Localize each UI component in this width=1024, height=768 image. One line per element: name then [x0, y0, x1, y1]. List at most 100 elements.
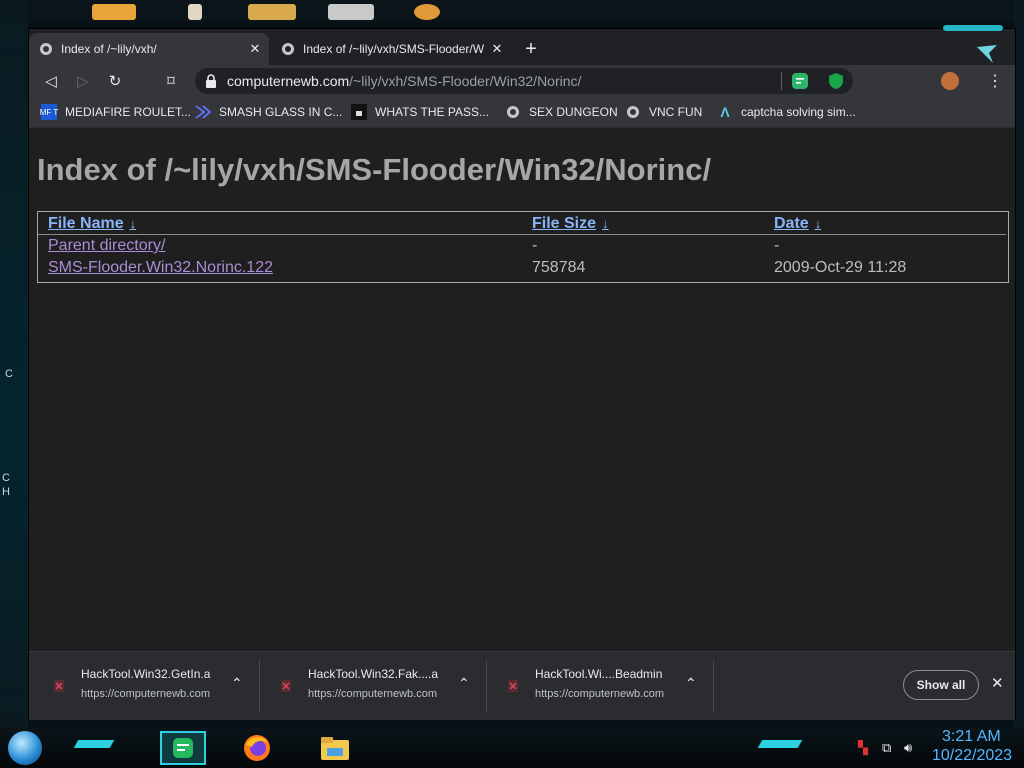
chevron-up-icon[interactable]: ⌃	[231, 675, 243, 692]
file-date-cell: -	[774, 237, 780, 254]
chevron-up-icon[interactable]: ⌃	[458, 675, 470, 692]
new-tab-button[interactable]: +	[519, 37, 543, 61]
sort-arrow-icon[interactable]: ↓	[815, 216, 822, 231]
tab-strip: Index of /~lily/vxh/ ✕ Index of /~lily/v…	[29, 25, 1015, 65]
shield-extension-icon[interactable]	[827, 72, 845, 90]
download-item[interactable]: HackTool.Win32.GetIn.a https://computern…	[33, 660, 260, 712]
download-filename: HackTool.Win32.GetIn.a	[81, 667, 211, 681]
tab-title: Index of /~lily/vxh/SMS-Flooder/W	[303, 42, 485, 56]
show-all-downloads-button[interactable]: Show all	[903, 670, 979, 700]
file-type-icon	[508, 680, 518, 692]
sort-file-size-link[interactable]: File Size	[532, 215, 596, 232]
browser-menu-icon[interactable]: ⋮	[987, 71, 1003, 91]
file-link-sms-flooder[interactable]: SMS-Flooder.Win32.Norinc.122	[48, 259, 273, 277]
sort-arrow-icon[interactable]: ↓	[602, 216, 609, 231]
bookmark-button[interactable]: ⌑	[161, 71, 181, 91]
file-date-cell: 2009-Oct-29 11:28	[774, 259, 907, 276]
chevron-up-icon[interactable]: ⌃	[685, 675, 697, 692]
close-downloads-icon[interactable]: ✕	[991, 674, 1004, 692]
file-link-parent-directory[interactable]: Parent directory/	[48, 237, 165, 255]
header-date[interactable]: Date ↓	[774, 215, 821, 233]
sort-date-link[interactable]: Date	[774, 215, 809, 232]
desktop-icon-4[interactable]	[328, 4, 374, 20]
desktop-side-letter: C	[2, 472, 10, 484]
desktop-icon-5[interactable]	[414, 4, 440, 20]
desktop-icon-2[interactable]	[188, 4, 202, 20]
dungeon-favicon-icon	[505, 104, 521, 120]
download-filename: HackTool.Win32.Fak....a	[308, 667, 439, 681]
bookmark-whats-the-pass[interactable]: WHATS THE PASS...	[351, 103, 489, 121]
bookmark-captcha-solving[interactable]: Λ captcha solving sim...	[717, 103, 856, 121]
vnc-favicon-icon	[625, 104, 641, 120]
sort-arrow-icon[interactable]: ↓	[130, 216, 137, 231]
bookmark-label: captcha solving sim...	[741, 105, 856, 119]
file-listing-table: File Name ↓ File Size ↓ Date ↓ Parent direc…	[37, 211, 1009, 283]
folder-icon	[321, 737, 349, 760]
url-path: /~lily/vxh/SMS-Flooder/Win32/Norinc/	[349, 73, 582, 89]
header-file-size[interactable]: File Size ↓	[532, 215, 609, 233]
volume-icon[interactable]: 🔊︎	[904, 740, 912, 756]
forward-button[interactable]: ▷	[73, 71, 93, 91]
browser-window: Index of /~lily/vxh/ ✕ Index of /~lily/v…	[28, 25, 1016, 720]
bookmark-label: WHATS THE PASS...	[375, 105, 490, 119]
taskbar-decoration	[73, 740, 115, 748]
bookmark-sex-dungeon[interactable]: SEX DUNGEON	[505, 103, 618, 121]
taskbar-file-explorer[interactable]	[318, 731, 352, 765]
tab-favicon-icon	[281, 42, 295, 56]
header-file-name[interactable]: File Name ↓	[48, 215, 136, 233]
tab-index-vxh[interactable]: Index of /~lily/vxh/ ✕	[29, 33, 269, 65]
address-bar[interactable]: computernewb.com/~lily/vxh/SMS-Flooder/W…	[195, 68, 853, 94]
download-source: https://computernewb.com	[81, 688, 211, 700]
desktop-icon-1[interactable]	[92, 4, 136, 20]
clock-date[interactable]: 10/22/2023	[932, 747, 1012, 765]
network-icon[interactable]: ⧉	[882, 740, 891, 756]
file-type-icon	[281, 680, 291, 692]
bookmarks-bar: MF T MEDIAFIRE ROULET... SMASH GLASS IN …	[29, 97, 1015, 128]
file-type-icon	[54, 680, 64, 692]
bookmark-vnc-fun[interactable]: VNC FUN	[625, 103, 702, 121]
file-size-cell: -	[532, 237, 538, 254]
start-button[interactable]	[8, 731, 42, 765]
profile-avatar[interactable]	[941, 72, 959, 90]
tab-title: Index of /~lily/vxh/	[61, 42, 157, 56]
window-controls[interactable]	[943, 25, 1003, 31]
bookmark-smash-glass[interactable]: SMASH GLASS IN C...	[195, 103, 342, 121]
chat-extension-icon[interactable]	[791, 72, 809, 90]
tab-favicon-icon	[39, 42, 53, 56]
tab-index-norinc[interactable]: Index of /~lily/vxh/SMS-Flooder/W ✕	[271, 33, 511, 65]
tab-close-icon[interactable]: ✕	[247, 41, 263, 57]
sort-file-name-link[interactable]: File Name	[48, 215, 124, 232]
url-text[interactable]: computernewb.com/~lily/vxh/SMS-Flooder/W…	[227, 73, 581, 89]
smash-glass-icon	[195, 104, 211, 120]
taskbar: ▚ ⧉ 🔊︎ 3:21 AM 10/22/2023	[0, 728, 1024, 768]
clock-time[interactable]: 3:21 AM	[942, 728, 1001, 746]
taskbar-decoration	[757, 740, 803, 748]
bird-logo-icon	[977, 45, 997, 63]
reload-button[interactable]: ↻	[105, 71, 125, 91]
bookmark-label: SEX DUNGEON	[529, 105, 618, 119]
extension-divider	[781, 72, 782, 90]
desktop-side-letter: C	[5, 368, 13, 380]
taskbar-chat-app[interactable]	[160, 731, 206, 765]
browser-toolbar: ◁ ▷ ↻ ⌑ computernewb.com/~lily/vxh/SMS-F…	[29, 65, 1015, 97]
back-button[interactable]: ◁	[41, 71, 61, 91]
download-filename: HackTool.Wi....Beadmin	[535, 667, 663, 681]
bookmark-mediafire-roulette[interactable]: MF T MEDIAFIRE ROULET...	[40, 103, 191, 121]
taskbar-firefox[interactable]	[240, 731, 274, 765]
download-source: https://computernewb.com	[308, 688, 438, 700]
lock-icon[interactable]	[205, 74, 217, 88]
url-host: computernewb.com	[227, 73, 350, 89]
header-divider	[38, 234, 1006, 235]
page-title: Index of /~lily/vxh/SMS-Flooder/Win32/No…	[37, 152, 712, 187]
tab-close-icon[interactable]: ✕	[489, 41, 505, 57]
chat-app-icon	[173, 738, 193, 758]
mediafire-icon: MF T	[40, 104, 58, 120]
desktop-side-letter: H	[2, 486, 10, 498]
download-item[interactable]: HackTool.Win32.Fak....a https://computer…	[260, 660, 487, 712]
desktop-top-strip	[0, 0, 1024, 22]
desktop-icon-3[interactable]	[248, 4, 296, 20]
pass-icon	[351, 104, 367, 120]
page-content: Index of /~lily/vxh/SMS-Flooder/Win32/No…	[29, 128, 1015, 651]
flag-icon[interactable]: ▚	[858, 740, 868, 756]
download-item[interactable]: HackTool.Wi....Beadmin https://computern…	[487, 660, 714, 712]
